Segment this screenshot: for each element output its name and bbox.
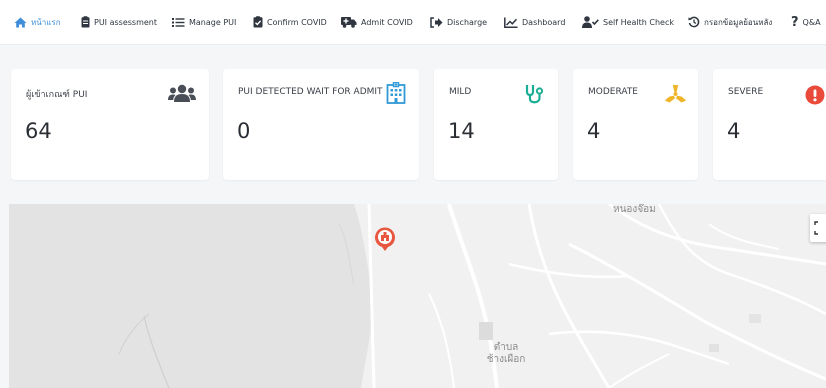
stat-card-value: 4 xyxy=(587,119,601,143)
hospital-marker-icon[interactable] xyxy=(373,226,397,252)
nav-item-label: หน้าแรก xyxy=(31,17,61,27)
map-subdistrict-label-line: ช้างเผือก xyxy=(486,354,526,365)
stat-card-moderate[interactable]: MODERATE 4 xyxy=(573,69,698,180)
home-icon xyxy=(14,17,27,27)
map-view[interactable]: หนองจ๊อม ตำบล ช้างเผือก xyxy=(9,204,826,388)
map-place-label: หนองจ๊อม xyxy=(613,204,656,215)
stat-card-severe[interactable]: SEVERE 4 xyxy=(713,69,826,180)
nav-item-pui-assessment[interactable]: PUI assessment xyxy=(81,0,157,44)
sign-out-icon xyxy=(430,16,443,28)
users-icon xyxy=(168,84,196,102)
nav-item-label: Dashboard xyxy=(522,17,566,27)
stat-card-value: 14 xyxy=(448,119,475,143)
nav-item-home[interactable]: หน้าแรก xyxy=(14,0,61,44)
line-chart-icon xyxy=(504,17,518,28)
stat-card-title: SEVERE xyxy=(728,87,764,97)
history-icon xyxy=(688,16,700,28)
nav-item-label: Manage PUI xyxy=(189,17,237,27)
nav-item-label: กรอกข้อมูลย้อนหลัง xyxy=(704,17,773,27)
stat-card-value: 4 xyxy=(727,119,741,143)
hospital-building-icon xyxy=(386,82,406,104)
stat-card-pui[interactable]: ผู้เข้าเกณฑ์ PUI 64 xyxy=(11,69,209,180)
stat-card-title: ผู้เข้าเกณฑ์ PUI xyxy=(26,90,88,100)
nav-item-label: PUI assessment xyxy=(94,17,157,27)
list-icon xyxy=(172,17,185,27)
stat-card-value: 64 xyxy=(25,119,52,143)
fullscreen-button[interactable] xyxy=(810,214,826,242)
clipboard-check-icon xyxy=(253,16,263,28)
map-subdistrict-label: ตำบล ช้างเผือก xyxy=(475,342,537,366)
nav-item-manage-pui[interactable]: Manage PUI xyxy=(172,0,236,44)
nav-item-self-health-check[interactable]: Self Health Check xyxy=(582,0,674,44)
stat-card-title: PUI DETECTED WAIT FOR ADMIT xyxy=(238,87,383,97)
nav-item-discharge[interactable]: Discharge xyxy=(430,0,487,44)
question-icon: ? xyxy=(791,14,799,30)
nav-item-label: Q&A xyxy=(802,17,821,27)
nav-item-history[interactable]: กรอกข้อมูลย้อนหลัง xyxy=(688,0,772,44)
stat-card-value: 0 xyxy=(237,119,251,143)
nav-item-label: Confirm COVID xyxy=(267,17,327,27)
nav-item-label: Discharge xyxy=(447,17,488,27)
stat-card-mild[interactable]: MILD 14 xyxy=(434,69,558,180)
map-subdistrict-label-line: ตำบล xyxy=(493,342,519,353)
nav-item-label: Self Health Check xyxy=(603,17,675,27)
ambulance-icon xyxy=(341,17,357,28)
stat-card-pui-detected[interactable]: PUI DETECTED WAIT FOR ADMIT 0 xyxy=(223,69,419,180)
clipboard-icon xyxy=(81,16,90,28)
nav-item-confirm-covid[interactable]: Confirm COVID xyxy=(253,0,327,44)
stat-card-title: MILD xyxy=(449,87,472,97)
nav-item-admit-covid[interactable]: Admit COVID xyxy=(341,0,413,44)
nav-item-dashboard[interactable]: Dashboard xyxy=(504,0,565,44)
user-check-icon xyxy=(582,16,599,28)
map-base-layer xyxy=(9,204,826,388)
nav-item-label: Admit COVID xyxy=(361,17,413,27)
stethoscope-icon xyxy=(525,85,544,104)
radiation-icon xyxy=(664,85,687,103)
exclamation-circle-icon xyxy=(805,85,825,105)
stat-card-title: MODERATE xyxy=(588,87,638,97)
nav-item-qa[interactable]: ? Q&A xyxy=(791,0,821,44)
fullscreen-icon xyxy=(814,221,818,235)
top-navigation-bar: หน้าแรก PUI assessment Manage PUI Confir… xyxy=(0,0,826,45)
